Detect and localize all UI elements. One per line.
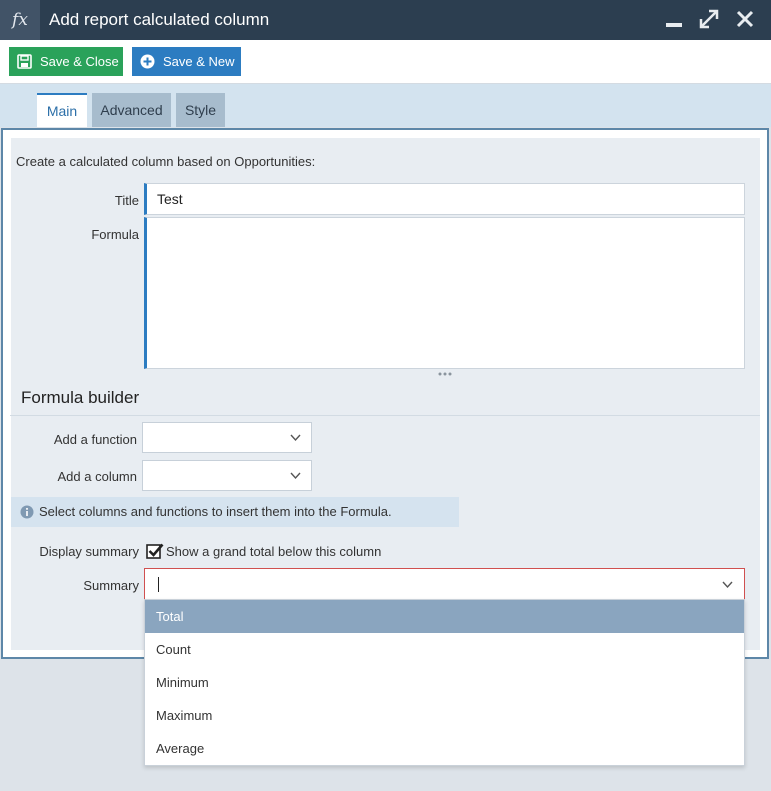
formula-textarea[interactable] [144, 217, 745, 369]
summary-option-maximum[interactable]: Maximum [145, 699, 744, 732]
info-icon [20, 505, 34, 519]
info-text: Select columns and functions to insert t… [39, 504, 392, 519]
summary-option-count[interactable]: Count [145, 633, 744, 666]
minimize-icon[interactable] [663, 8, 685, 30]
title-input[interactable]: Test [144, 183, 745, 215]
chevron-down-icon [722, 581, 733, 589]
formula-label: Formula [91, 227, 139, 242]
save-new-button[interactable]: Save & New [132, 47, 241, 76]
section-divider [10, 415, 760, 416]
maximize-icon[interactable] [698, 8, 720, 30]
save-new-label: Save & New [163, 54, 235, 69]
info-message: Select columns and functions to insert t… [11, 497, 459, 527]
save-icon [17, 54, 32, 69]
title-label: Title [114, 193, 139, 208]
formula-builder-heading: Formula builder [21, 388, 140, 407]
summary-label: Summary [83, 578, 139, 593]
form-description: Create a calculated column based on Oppo… [16, 154, 316, 169]
window-title: Add report calculated column [49, 10, 270, 29]
summary-option-average[interactable]: Average [145, 732, 744, 765]
resize-grip-icon[interactable] [438, 371, 452, 377]
chevron-down-icon [290, 472, 301, 480]
summary-option-minimum[interactable]: Minimum [145, 666, 744, 699]
add-function-dropdown[interactable] [142, 422, 312, 453]
tab-strip: Main Advanced Style [0, 84, 771, 127]
summary-options-list: Total Count Minimum Maximum Average [144, 599, 745, 766]
toolbar: Save & Close Save & New [0, 40, 771, 84]
save-close-button[interactable]: Save & Close [9, 47, 123, 76]
tab-style[interactable]: Style [176, 93, 225, 127]
text-caret [158, 577, 159, 592]
summary-option-total[interactable]: Total [145, 600, 744, 633]
add-function-label: Add a function [53, 432, 137, 447]
add-column-dropdown[interactable] [142, 460, 312, 491]
add-column-label: Add a column [57, 469, 138, 484]
save-close-label: Save & Close [40, 54, 119, 69]
window-titlebar: fx Add report calculated column [0, 0, 771, 40]
display-summary-label: Display summary [39, 544, 139, 559]
chevron-down-icon [290, 434, 301, 442]
summary-select[interactable] [144, 568, 745, 600]
tab-main[interactable]: Main [37, 93, 87, 127]
close-icon[interactable] [734, 8, 756, 30]
grand-total-checkbox[interactable] [146, 542, 164, 560]
grand-total-checkbox-label: Show a grand total below this column [166, 544, 382, 559]
add-circle-icon [140, 54, 155, 69]
function-icon: fx [0, 0, 40, 40]
tab-advanced[interactable]: Advanced [92, 93, 171, 127]
